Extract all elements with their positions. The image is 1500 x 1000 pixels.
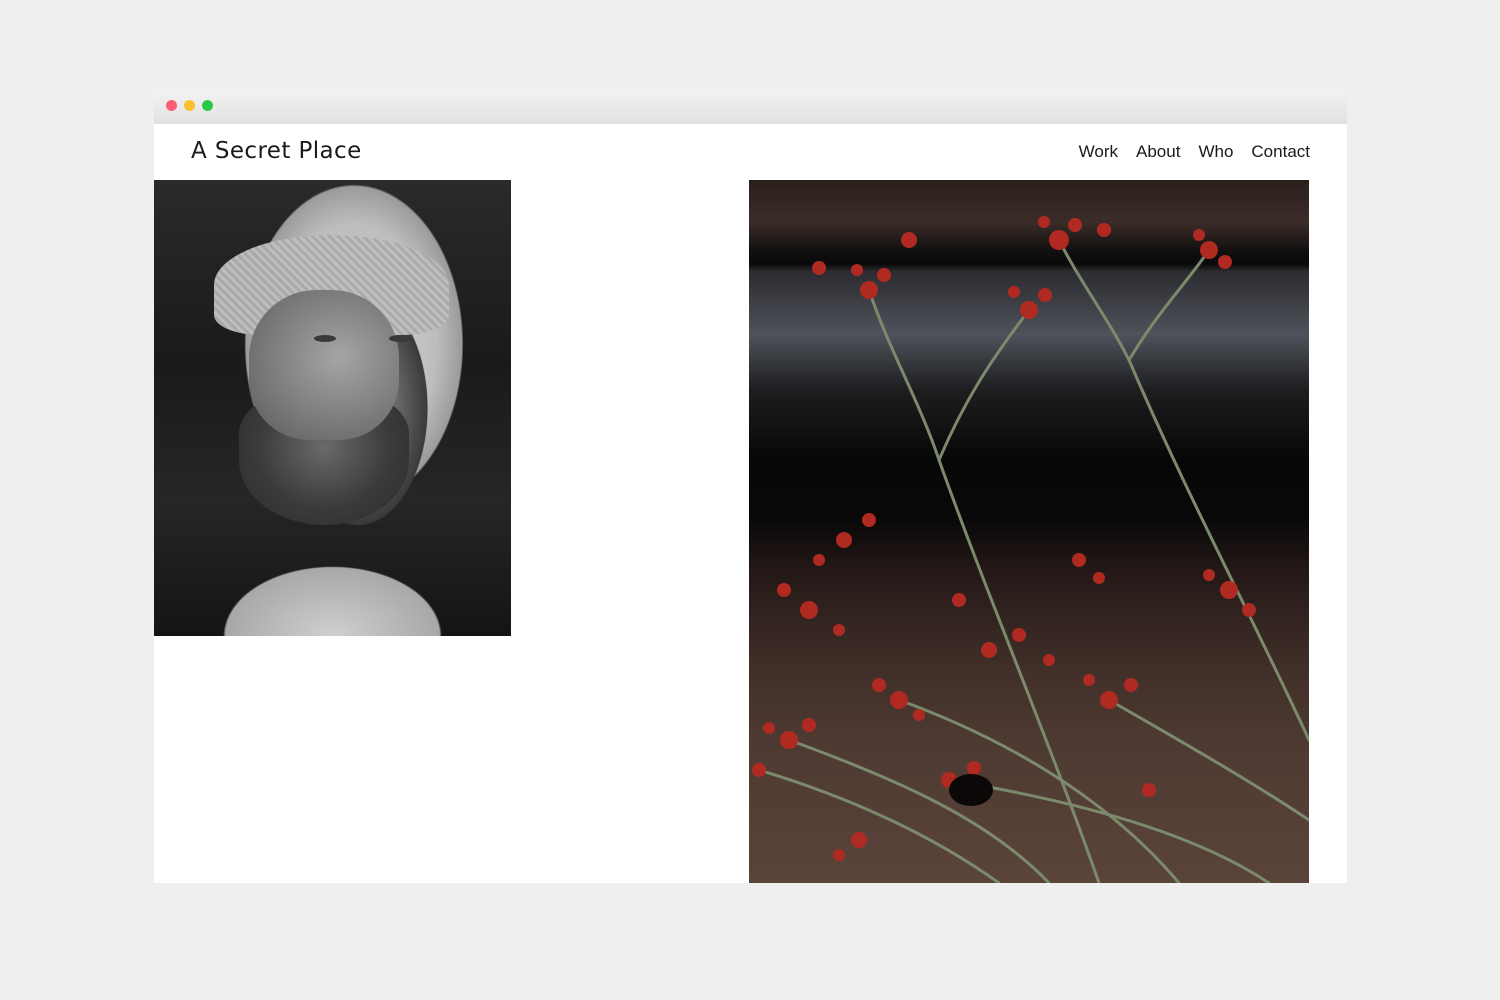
nav-item-about[interactable]: About (1136, 142, 1180, 162)
portrait-photo[interactable] (154, 180, 511, 636)
close-window-button[interactable] (166, 100, 177, 111)
window-titlebar (154, 91, 1347, 124)
portrait-face (249, 290, 399, 440)
nav-item-contact[interactable]: Contact (1251, 142, 1310, 162)
nav-item-who[interactable]: Who (1198, 142, 1233, 162)
main-nav: Work About Who Contact (1079, 142, 1310, 162)
flowers-illustration (752, 216, 1309, 883)
minimize-window-button[interactable] (184, 100, 195, 111)
nav-item-work[interactable]: Work (1079, 142, 1118, 162)
browser-window: A Secret Place Work About Who Contact (154, 91, 1347, 883)
knot-hole (949, 774, 993, 806)
portrait-eye (314, 335, 336, 342)
site-title[interactable]: A Secret Place (191, 138, 362, 164)
portrait-eye (389, 335, 411, 342)
maximize-window-button[interactable] (202, 100, 213, 111)
flowers-photo[interactable] (749, 180, 1309, 883)
